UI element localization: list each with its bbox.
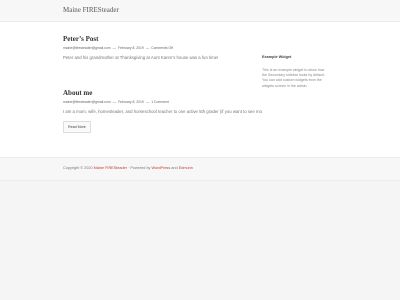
main-content: Peter’s Post maine@firesteader@gmail.com… [0, 22, 400, 157]
post-date[interactable]: February 8, 2019 [118, 100, 144, 104]
widget-text: This is an example widget to show how th… [262, 68, 325, 88]
post-title[interactable]: About me [63, 89, 263, 97]
site-title[interactable]: Maine FIRESteader [63, 6, 119, 14]
sidebar-widget: Example Widget This is an example widget… [262, 55, 330, 89]
site-footer: Copyright © 2020 Maine FIRESteader · Pow… [0, 157, 400, 181]
footer-site-link[interactable]: Maine FIRESteader [94, 166, 127, 170]
powered-by-text: · Powered by [128, 166, 151, 170]
post-entry: About me maine@firesteader@gmail.com — Feb… [63, 89, 263, 133]
post-excerpt: Peter and his grandmother at Thanksgivin… [63, 55, 219, 60]
post-comments[interactable]: Comments Off [151, 46, 173, 50]
read-more-button[interactable]: Read More [63, 121, 91, 133]
post-meta: maine@firesteader@gmail.com — February 8, … [63, 100, 169, 104]
site-header: Maine FIRESteader [0, 0, 400, 22]
post-author[interactable]: maine@firesteader@gmail.com [63, 100, 111, 104]
post-comments[interactable]: 1 Comment [151, 100, 169, 104]
copyright-text: Copyright © 2020 [63, 166, 93, 170]
post-date[interactable]: February 8, 2019 [118, 46, 144, 50]
post-title[interactable]: Peter’s Post [63, 35, 263, 43]
post-meta: maine@firesteader@gmail.com — February 8, … [63, 46, 173, 50]
widget-title: Example Widget [262, 55, 292, 59]
post-entry: Peter’s Post maine@firesteader@gmail.com… [63, 35, 263, 61]
and-text: and [171, 166, 178, 170]
post-excerpt: I am a mom, wife, homesteader, and homes… [63, 109, 262, 114]
post-author[interactable]: maine@firesteader@gmail.com [63, 46, 111, 50]
footer-credits: Copyright © 2020 Maine FIRESteader · Pow… [63, 166, 193, 170]
wordpress-link[interactable]: WordPress [152, 166, 171, 170]
theme-link[interactable]: Edmunn [179, 166, 193, 170]
